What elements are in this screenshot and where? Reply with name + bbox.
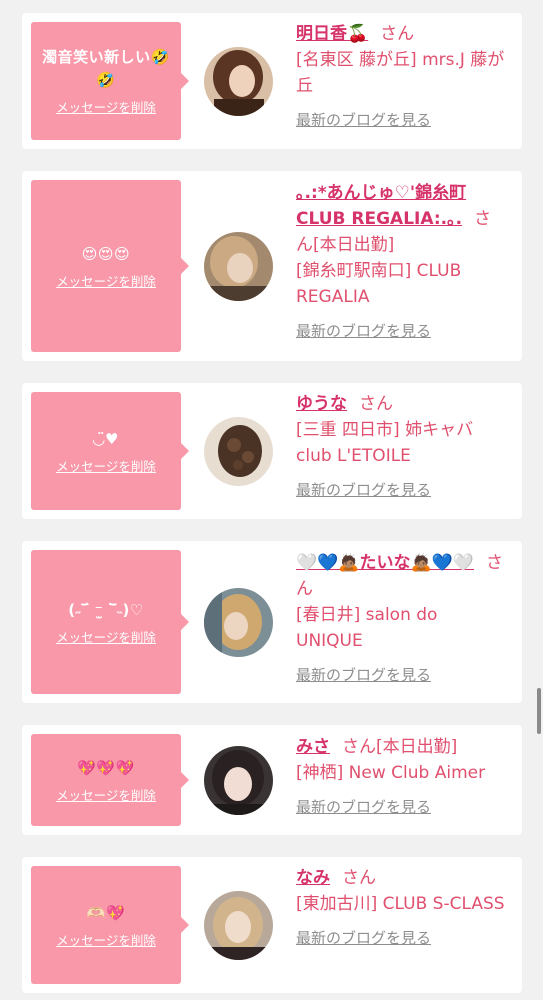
message-bubble: ◡̈♥ メッセージを削除 xyxy=(31,392,189,510)
profile-info: なみ さん [東加古川] CLUB S-CLASS 最新のブログを見る xyxy=(296,865,506,948)
profile-name-link[interactable]: ｡.:*あんじゅ♡'錦糸町CLUB REGALIA:.｡. xyxy=(296,183,466,229)
honorific: さん xyxy=(342,868,376,888)
status-badge: [本日出勤] xyxy=(376,737,458,757)
profile-info: ゆうな さん [三重 四日市] 姉キャバclub L'ETOILE 最新のブログを… xyxy=(296,391,506,500)
shop-location: [三重 四日市] 姉キャバclub L'ETOILE xyxy=(296,420,474,466)
message-bubble: 濁音笑い新しい🤣🤣 メッセージを削除 xyxy=(31,22,189,140)
message-text: 💖💖💖 xyxy=(77,758,135,777)
status-badge: [本日出勤] xyxy=(313,235,395,255)
message-bubble: 😍😍😍 メッセージを削除 xyxy=(31,180,189,352)
avatar[interactable] xyxy=(204,47,273,116)
profile-name-link[interactable]: ゆうな xyxy=(296,394,347,414)
latest-blog-link[interactable]: 最新のブログを見る xyxy=(296,796,431,817)
message-text: 🫶🏻💖 xyxy=(86,903,126,922)
delete-message-link[interactable]: メッセージを削除 xyxy=(56,97,156,116)
honorific: さん xyxy=(380,24,415,44)
profile-info: 🤍💙🙇🏽たいな🙇🏽💙🤍 さん [春日井] salon do UNIQUE 最新のブ… xyxy=(296,550,506,685)
shop-location: [錦糸町駅南口] CLUB REGALIA xyxy=(296,261,462,307)
shop-location: [東加古川] CLUB S-CLASS xyxy=(296,894,505,914)
message-text: 濁音笑い新しい🤣🤣 xyxy=(42,48,170,89)
profile-name-link[interactable]: 明日香🍒 xyxy=(296,24,368,44)
latest-blog-link[interactable]: 最新のブログを見る xyxy=(296,109,431,130)
shop-location: [名東区 藤が丘] mrs.J 藤が丘 xyxy=(296,50,505,96)
message-text: ◡̈♥ xyxy=(93,429,119,448)
honorific: さん xyxy=(359,394,393,414)
message-text: (˶‾᷄ ⁻̫ ‾᷅˵)♡ xyxy=(68,600,144,619)
message-card: 濁音笑い新しい🤣🤣 メッセージを削除 明日香🍒 さん [名東区 藤が丘] mrs.… xyxy=(22,13,522,149)
shop-location: [神栖] New Club Aimer xyxy=(296,763,486,783)
message-card: 🫶🏻💖 メッセージを削除 なみ さん [東加古川] CLUB S-CLASS 最新… xyxy=(22,857,522,993)
delete-message-link[interactable]: メッセージを削除 xyxy=(56,271,156,290)
message-card: 💖💖💖 メッセージを削除 みさ さん[本日出勤] [神栖] New Club Ai… xyxy=(22,725,522,835)
latest-blog-link[interactable]: 最新のブログを見る xyxy=(296,927,431,948)
profile-name-link[interactable]: みさ xyxy=(296,737,330,757)
avatar[interactable] xyxy=(204,232,273,301)
honorific: さん xyxy=(342,737,376,757)
delete-message-link[interactable]: メッセージを削除 xyxy=(56,456,156,475)
avatar[interactable] xyxy=(204,588,273,657)
profile-info: ｡.:*あんじゅ♡'錦糸町CLUB REGALIA:.｡. さん[本日出勤] [錦… xyxy=(296,180,506,341)
message-bubble: 💖💖💖 メッセージを削除 xyxy=(31,734,189,826)
profile-name-link[interactable]: なみ xyxy=(296,868,330,888)
avatar[interactable] xyxy=(204,417,273,486)
latest-blog-link[interactable]: 最新のブログを見る xyxy=(296,320,431,341)
latest-blog-link[interactable]: 最新のブログを見る xyxy=(296,479,431,500)
profile-name-link[interactable]: 🤍💙🙇🏽たいな🙇🏽💙🤍 xyxy=(296,553,474,573)
avatar[interactable] xyxy=(204,746,273,815)
delete-message-link[interactable]: メッセージを削除 xyxy=(56,627,156,646)
scrollbar[interactable] xyxy=(537,688,541,734)
shop-location: [春日井] salon do UNIQUE xyxy=(296,605,438,651)
profile-info: みさ さん[本日出勤] [神栖] New Club Aimer 最新のブログを見る xyxy=(296,734,506,817)
message-card: ◡̈♥ メッセージを削除 ゆうな さん [三重 四日市] 姉キャバclub L'E… xyxy=(22,383,522,519)
profile-info: 明日香🍒 さん [名東区 藤が丘] mrs.J 藤が丘 最新のブログを見る xyxy=(296,21,506,130)
delete-message-link[interactable]: メッセージを削除 xyxy=(56,930,156,949)
message-bubble: 🫶🏻💖 メッセージを削除 xyxy=(31,866,189,984)
message-bubble: (˶‾᷄ ⁻̫ ‾᷅˵)♡ メッセージを削除 xyxy=(31,550,189,694)
latest-blog-link[interactable]: 最新のブログを見る xyxy=(296,664,431,685)
delete-message-link[interactable]: メッセージを削除 xyxy=(56,785,156,804)
message-text: 😍😍😍 xyxy=(81,244,131,263)
message-card: (˶‾᷄ ⁻̫ ‾᷅˵)♡ メッセージを削除 🤍💙🙇🏽たいな🙇🏽💙🤍 さん [春日… xyxy=(22,541,522,703)
message-card: 😍😍😍 メッセージを削除 ｡.:*あんじゅ♡'錦糸町CLUB REGALIA:.… xyxy=(22,171,522,361)
avatar[interactable] xyxy=(204,891,273,960)
